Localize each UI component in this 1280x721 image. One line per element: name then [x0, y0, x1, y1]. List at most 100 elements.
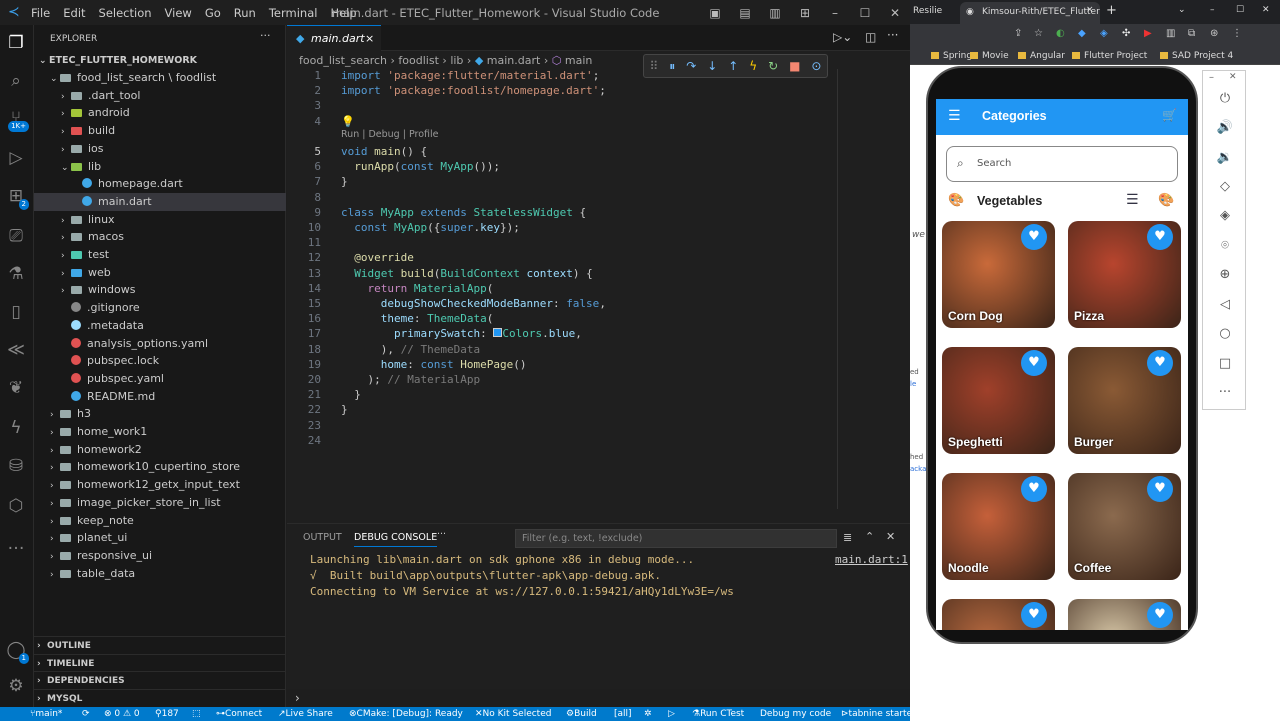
source-control-icon[interactable]: ⑂ 1K+ — [5, 107, 29, 132]
browser-tab-1[interactable]: Resilie — [913, 6, 942, 16]
timeline-section[interactable]: › TIMELINE — [34, 654, 286, 672]
tree-folder[interactable]: › web — [34, 264, 286, 282]
drag-handle-icon[interactable]: ⠿ — [649, 59, 658, 73]
menu-run[interactable]: Run — [234, 6, 256, 20]
food-card[interactable]: ♥ — [1068, 599, 1181, 630]
split-editor-icon[interactable]: ◫ — [865, 30, 876, 44]
favorite-heart-icon[interactable]: ♥ — [1147, 350, 1173, 376]
build-status[interactable]: ⚙ Build — [566, 707, 597, 721]
ctest-status[interactable]: ⚗ Run CTest — [692, 707, 744, 721]
power-icon[interactable]: ⏻ — [1214, 88, 1236, 110]
workspace-root[interactable]: ⌄ ETEC_FLUTTER_HOMEWORK — [34, 52, 286, 70]
console-source-link[interactable]: main.dart:1 — [835, 553, 908, 566]
back-icon[interactable]: ◁ — [1214, 294, 1236, 316]
tree-folder[interactable]: › linux — [34, 211, 286, 229]
tree-folder[interactable]: › android — [34, 104, 286, 122]
menu-edit[interactable]: Edit — [63, 6, 85, 20]
food-card[interactable]: ♥ Burger — [1068, 347, 1181, 454]
food-card[interactable]: ♥ Speghetti — [942, 347, 1055, 454]
crumb-file[interactable]: main.dart — [487, 54, 541, 67]
tab-debug-console[interactable]: DEBUG CONSOLE — [354, 532, 438, 547]
toggle-sidebar-icon[interactable]: ▣ — [700, 6, 730, 20]
lightbulb-icon[interactable]: 💡 — [341, 115, 355, 128]
menu-go[interactable]: Go — [205, 6, 221, 20]
tree-folder[interactable]: › home_work1 — [34, 423, 286, 441]
extensions-icon[interactable]: ⊞ 2 — [5, 185, 29, 210]
close-panel-icon[interactable]: ✕ — [886, 530, 895, 543]
food-card[interactable]: ♥ — [942, 599, 1055, 630]
tabnine-status[interactable]: ⊳ tabnine starter — [841, 707, 910, 721]
tree-file[interactable]: .gitignore — [34, 299, 286, 317]
favorite-heart-icon[interactable]: ♥ — [1021, 350, 1047, 376]
sync-icon[interactable]: ⟳ — [82, 707, 90, 721]
food-card[interactable]: ♥ Pizza — [1068, 221, 1181, 328]
crumb-lib[interactable]: lib — [450, 54, 463, 67]
testing-icon[interactable]: ⚗ — [5, 263, 27, 285]
run-icon[interactable]: ▷⌄ — [833, 30, 852, 44]
tree-folder[interactable]: › macos — [34, 228, 286, 246]
browser-close-icon[interactable]: ✕ — [1262, 5, 1270, 15]
maximize-icon[interactable]: ☐ — [850, 6, 880, 20]
more-icon[interactable]: … — [5, 533, 27, 555]
more-options-icon[interactable]: ··· — [1214, 382, 1236, 404]
emulator-close-icon[interactable]: ✕ — [1229, 72, 1237, 82]
menu-view[interactable]: View — [165, 6, 192, 20]
more-actions-icon[interactable]: ··· — [887, 28, 898, 42]
home-icon[interactable]: ○ — [1214, 323, 1236, 345]
layout-icon[interactable]: ⊞ — [790, 6, 820, 20]
target-status[interactable]: [all] — [614, 707, 632, 721]
extension-icon-1[interactable]: ◐ — [1056, 28, 1065, 39]
profile-icon[interactable]: ⊛ — [1210, 28, 1218, 39]
connect-status[interactable]: ⊶ Connect — [216, 707, 262, 721]
tree-folder[interactable]: › homework2 — [34, 441, 286, 459]
debug-my-code-status[interactable]: Debug my code — [760, 707, 831, 721]
browser-menu-icon[interactable]: ⋮ — [1232, 28, 1242, 39]
notebook-icon[interactable]: ▯ — [5, 301, 27, 323]
debug-icon[interactable]: ✲ — [644, 707, 652, 721]
palette-icon[interactable]: 🎨 — [948, 193, 964, 208]
step-out-icon[interactable]: ↑ — [728, 59, 738, 73]
bookmark-spring[interactable]: Spring — [931, 51, 972, 61]
favorite-heart-icon[interactable]: ♥ — [1021, 476, 1047, 502]
menu-selection[interactable]: Selection — [99, 6, 152, 20]
crumb-folder[interactable]: food_list_search — [299, 54, 387, 67]
remote-explorer-icon[interactable]: ⎚ — [5, 225, 27, 247]
flutter-icon[interactable]: ≪ — [5, 339, 27, 361]
food-card[interactable]: ♥ Coffee — [1068, 473, 1181, 580]
search-icon[interactable]: ⌕ — [5, 70, 27, 92]
tree-folder[interactable]: › windows — [34, 281, 286, 299]
explorer-more-icon[interactable]: ··· — [260, 29, 271, 42]
favorite-heart-icon[interactable]: ♥ — [1147, 602, 1173, 628]
accounts-icon[interactable]: ◯ 1 — [5, 639, 29, 664]
thunder-client-icon[interactable]: ϟ — [5, 417, 27, 439]
list-menu-icon[interactable]: ☰ — [1126, 192, 1139, 208]
toggle-panel-icon[interactable]: ▤ — [730, 6, 760, 20]
tree-folder[interactable]: › keep_note — [34, 512, 286, 530]
pause-icon[interactable]: ⏸ — [669, 59, 675, 74]
tree-file[interactable]: analysis_options.yaml — [34, 335, 286, 353]
tree-folder[interactable]: › image_picker_store_in_list — [34, 494, 286, 512]
extension-icon-2[interactable]: ◆ — [1078, 28, 1086, 39]
tree-folder[interactable]: › ios — [34, 140, 286, 158]
maximize-panel-icon[interactable]: ⌃ — [865, 530, 874, 543]
hamburger-menu-icon[interactable]: ☰ — [948, 108, 961, 124]
inspect-icon[interactable]: ⊙ — [811, 59, 821, 73]
browser-minimize-icon[interactable]: – — [1210, 5, 1215, 15]
crumb-symbol[interactable]: main — [565, 54, 592, 67]
extensions-puzzle-icon[interactable]: ✣ — [1122, 28, 1130, 39]
explorer-icon[interactable]: ❐ — [5, 32, 27, 54]
tree-file[interactable]: main.dart — [34, 192, 286, 211]
tree-folder[interactable]: › responsive_ui — [34, 547, 286, 565]
new-tab-icon[interactable]: + — [1106, 3, 1117, 18]
youtube-icon[interactable]: ▶ — [1144, 28, 1152, 39]
close-browser-tab-icon[interactable]: × — [1086, 5, 1094, 15]
tree-folder[interactable]: › build — [34, 122, 286, 140]
outline-section[interactable]: › OUTLINE — [34, 636, 286, 654]
tree-folder[interactable]: › table_data — [34, 565, 286, 583]
tab-output[interactable]: OUTPUT — [303, 532, 342, 543]
database-icon[interactable]: ⛁ — [5, 455, 27, 477]
dependencies-section[interactable]: › DEPENDENCIES — [34, 671, 286, 689]
screenshot-icon[interactable]: ⌾ — [1214, 235, 1236, 257]
close-window-icon[interactable]: ✕ — [880, 6, 910, 20]
launch-icon[interactable]: ▷ — [668, 707, 675, 721]
